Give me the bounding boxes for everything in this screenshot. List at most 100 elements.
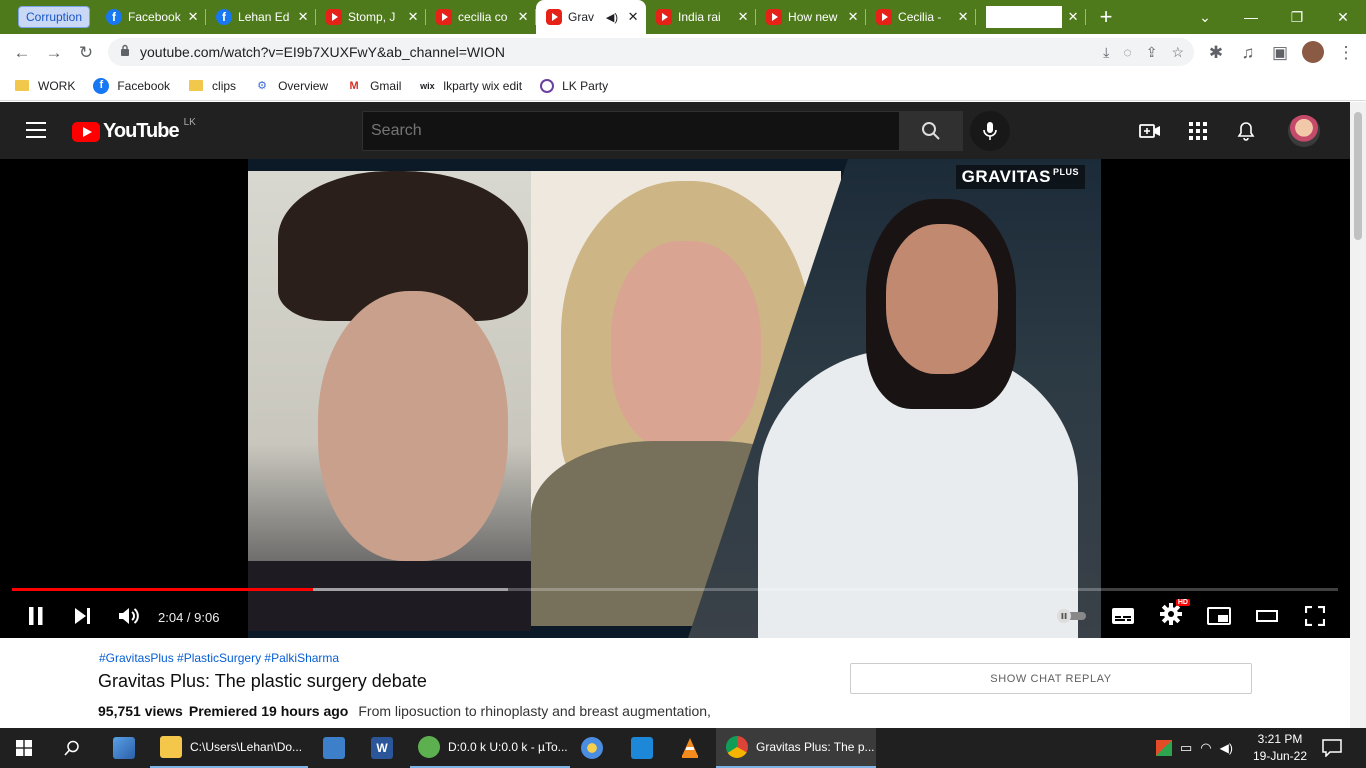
new-tab-button[interactable]: + bbox=[1086, 4, 1126, 30]
voice-search-button[interactable] bbox=[970, 111, 1010, 151]
hamburger-menu-icon[interactable] bbox=[26, 122, 46, 138]
close-icon[interactable]: ✕ bbox=[846, 9, 860, 25]
url-text[interactable]: youtube.com/watch?v=EI9b7XUXFwY&ab_chann… bbox=[140, 44, 505, 60]
volume-icon[interactable]: ◀) bbox=[1220, 741, 1233, 755]
close-icon[interactable]: ✕ bbox=[956, 9, 970, 25]
tray-app-icon[interactable] bbox=[1156, 740, 1172, 756]
reload-button[interactable]: ↻ bbox=[70, 37, 102, 69]
youtube-logo[interactable]: YouTube LK bbox=[72, 117, 196, 143]
forward-button[interactable]: → bbox=[38, 37, 70, 69]
tab-group-label[interactable]: Corruption bbox=[18, 6, 91, 28]
autoplay-toggle[interactable] bbox=[1055, 602, 1089, 630]
close-icon[interactable]: ✕ bbox=[186, 9, 200, 25]
browser-toolbar: ← → ↻ youtube.com/watch?v=EI9b7XUXFwY&ab… bbox=[0, 34, 1366, 71]
autoplay-toggle-icon bbox=[1057, 609, 1086, 623]
bookmark-star-icon[interactable]: ☆ bbox=[1171, 44, 1184, 61]
close-icon[interactable]: ✕ bbox=[296, 9, 310, 25]
subtitles-button[interactable] bbox=[1108, 602, 1138, 630]
taskbar-search-button[interactable] bbox=[56, 728, 88, 768]
close-window-button[interactable]: ✕ bbox=[1320, 0, 1366, 34]
share-icon[interactable]: ⇪ bbox=[1146, 44, 1158, 61]
browser-tab[interactable]: cecilia co ✕ bbox=[426, 0, 537, 34]
video-hashtags[interactable]: #GravitasPlus #PlasticSurgery #PalkiShar… bbox=[99, 651, 339, 665]
search-input[interactable] bbox=[362, 111, 899, 151]
tab-search-icon[interactable]: ⌄ bbox=[1182, 0, 1228, 34]
search-button[interactable] bbox=[899, 111, 963, 151]
fullscreen-button[interactable] bbox=[1300, 602, 1330, 630]
system-clock[interactable]: 3:21 PM 19-Jun-22 bbox=[1252, 731, 1308, 765]
pause-button[interactable] bbox=[22, 602, 50, 630]
folder-icon bbox=[188, 78, 204, 94]
facebook-icon: f bbox=[216, 9, 233, 25]
browser-tab[interactable]: India rai ✕ bbox=[646, 0, 757, 34]
browser-tab[interactable]: f Lehan Ed ✕ bbox=[206, 0, 317, 34]
side-panel-icon[interactable]: ▣ bbox=[1264, 37, 1296, 69]
page-scrollbar[interactable] bbox=[1350, 102, 1366, 728]
bookmark-item[interactable]: M Gmail bbox=[346, 78, 401, 94]
notification-center-button[interactable] bbox=[1322, 728, 1342, 768]
address-bar[interactable]: youtube.com/watch?v=EI9b7XUXFwY&ab_chann… bbox=[108, 38, 1194, 66]
close-icon[interactable]: ✕ bbox=[1066, 9, 1080, 25]
windows-taskbar: C:\Users\Lehan\Do... W D:0.0 k U:0.0 k -… bbox=[0, 728, 1366, 768]
taskbar-app-vscode[interactable] bbox=[628, 728, 656, 768]
bookmark-item[interactable]: clips bbox=[188, 78, 236, 94]
settings-button[interactable]: HD bbox=[1156, 598, 1190, 630]
video-progress-bar[interactable] bbox=[12, 588, 1338, 591]
menu-icon[interactable]: ⋮ bbox=[1330, 37, 1362, 69]
scrollbar-thumb[interactable] bbox=[1354, 112, 1362, 240]
overview-icon: ⚙ bbox=[257, 80, 267, 92]
notifications-bell-icon[interactable] bbox=[1234, 119, 1258, 143]
bookmark-item[interactable]: WORK bbox=[14, 78, 75, 94]
restore-button[interactable]: ❐ bbox=[1274, 0, 1320, 34]
video-frame[interactable]: GRAVITAS PLUS bbox=[248, 159, 1101, 638]
taskbar-app-calculator[interactable] bbox=[320, 728, 348, 768]
browser-tab[interactable]: Stomp, J ✕ bbox=[316, 0, 427, 34]
speaker-icon[interactable]: ◀) bbox=[606, 11, 618, 24]
close-icon[interactable]: ✕ bbox=[736, 9, 750, 25]
taskbar-app-paint[interactable] bbox=[578, 728, 606, 768]
minimize-button[interactable]: — bbox=[1228, 0, 1274, 34]
browser-tab[interactable]: How new ✕ bbox=[756, 0, 867, 34]
close-icon[interactable]: ✕ bbox=[626, 9, 640, 25]
taskbar-app-explorer[interactable]: C:\Users\Lehan\Do... bbox=[150, 728, 308, 768]
close-icon[interactable]: ✕ bbox=[406, 9, 420, 25]
miniplayer-button[interactable] bbox=[1204, 602, 1234, 630]
notification-icon bbox=[1322, 739, 1342, 757]
bookmark-item[interactable]: ⚙ Overview bbox=[254, 78, 328, 94]
lock-icon bbox=[120, 43, 130, 61]
create-video-icon[interactable] bbox=[1138, 119, 1162, 143]
browser-tab-strip: Corruption f Facebook ✕ f Lehan Ed ✕ Sto… bbox=[0, 0, 1366, 34]
wifi-icon[interactable]: ◠ bbox=[1200, 740, 1211, 756]
hd-badge: HD bbox=[1175, 598, 1190, 606]
media-control-icon[interactable]: ♫ bbox=[1232, 37, 1264, 69]
taskbar-app-word[interactable]: W bbox=[368, 728, 396, 768]
extensions-icon[interactable]: ✱ bbox=[1200, 37, 1232, 69]
paint-icon bbox=[581, 737, 603, 759]
video-player[interactable]: GRAVITAS PLUS 2:04 / 9:06 HD bbox=[0, 159, 1350, 638]
browser-tab[interactable]: Cecilia - ✕ bbox=[866, 0, 977, 34]
back-button[interactable]: ← bbox=[6, 37, 38, 69]
taskbar-app-utorrent[interactable]: D:0.0 k U:0.0 k - µTo... bbox=[410, 728, 570, 768]
taskbar-app-vlc[interactable] bbox=[676, 728, 704, 768]
apps-grid-icon[interactable] bbox=[1186, 119, 1210, 143]
show-chat-replay-button[interactable]: SHOW CHAT REPLAY bbox=[850, 663, 1252, 694]
bookmark-item[interactable]: f Facebook bbox=[93, 77, 170, 94]
youtube-account-avatar[interactable] bbox=[1288, 115, 1320, 147]
close-icon[interactable]: ✕ bbox=[516, 9, 530, 25]
browser-tab[interactable]: f Facebook ✕ bbox=[96, 0, 207, 34]
tracking-off-icon[interactable]: ◌ bbox=[1123, 44, 1131, 60]
task-view-button[interactable] bbox=[108, 728, 140, 768]
taskbar-app-chrome[interactable]: Gravitas Plus: The p... bbox=[716, 728, 876, 768]
bookmark-item[interactable]: wix lkparty wix edit bbox=[419, 78, 522, 94]
install-icon[interactable]: ⤓ bbox=[1103, 44, 1109, 61]
theater-mode-button[interactable] bbox=[1252, 602, 1282, 630]
browser-tab-blank[interactable]: ✕ bbox=[976, 0, 1087, 34]
video-meta[interactable]: 95,751 views Premiered 19 hours ago From l… bbox=[98, 703, 711, 719]
profile-avatar[interactable] bbox=[1302, 41, 1324, 63]
start-button[interactable] bbox=[8, 728, 40, 768]
bookmark-item[interactable]: LK Party bbox=[540, 78, 608, 93]
browser-tab-active[interactable]: Grav ◀) ✕ bbox=[536, 0, 647, 34]
battery-icon[interactable]: ▭ bbox=[1180, 740, 1192, 756]
next-button[interactable] bbox=[68, 602, 96, 630]
mute-button[interactable] bbox=[114, 602, 144, 630]
